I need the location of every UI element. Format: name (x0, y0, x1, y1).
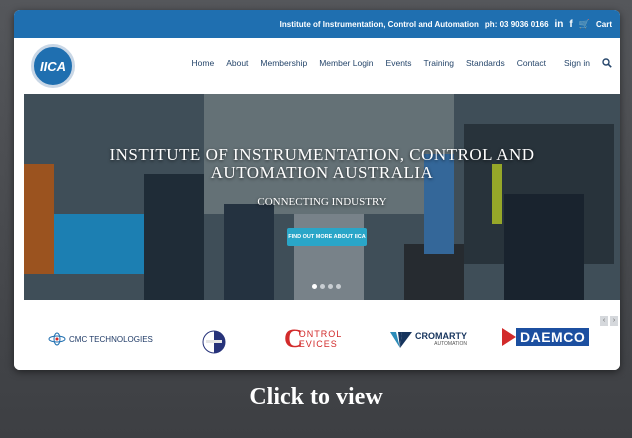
click-to-view-caption[interactable]: Click to view (0, 384, 632, 411)
hero-title-line2: AUTOMATION AUSTRALIA (210, 163, 434, 182)
logo-carousel-arrows: ‹ › (600, 316, 618, 326)
find-out-more-button[interactable]: FIND OUT MORE ABOUT IICA (287, 228, 367, 246)
nav-training[interactable]: Training (424, 58, 454, 70)
cmc-technologies-logo[interactable]: CMC TECHNOLOGIES (48, 332, 153, 346)
nav-member-login[interactable]: Member Login (319, 58, 373, 70)
nav-about[interactable]: About (226, 58, 248, 70)
carousel-dot[interactable] (336, 284, 341, 289)
daemco-logo[interactable]: DAEMCO (502, 328, 590, 346)
partner-logos: ‹ › CMC TECHNOLOGIES C ONTROL EVICES CRO… (14, 310, 620, 370)
nav-contact[interactable]: Contact (517, 58, 546, 70)
devices-text: EVICES (298, 339, 338, 349)
nav-events[interactable]: Events (386, 58, 412, 70)
atom-icon (48, 332, 66, 346)
facebook-icon[interactable]: f (569, 19, 572, 30)
chevron-left-icon[interactable]: ‹ (600, 316, 608, 326)
logo-text: IICA (40, 58, 66, 74)
institute-name: Institute of Instrumentation, Control an… (279, 19, 479, 29)
daemco-text: DAEMCO (516, 328, 590, 346)
control-devices-logo[interactable]: C ONTROL EVICES (284, 326, 342, 352)
cmc-technologies-text: CMC TECHNOLOGIES (69, 334, 153, 344)
nav-standards[interactable]: Standards (466, 58, 505, 70)
nav-sign-in[interactable]: Sign in (564, 58, 590, 70)
cart-icon[interactable]: 🛒 (579, 19, 590, 30)
daemco-arrow-icon (502, 328, 516, 346)
top-bar: Institute of Instrumentation, Control an… (14, 10, 620, 38)
carousel-dot[interactable] (320, 284, 325, 289)
cromarty-sub-text: AUTOMATION (434, 341, 467, 347)
website-screenshot-card[interactable]: Institute of Instrumentation, Control an… (14, 10, 620, 370)
hero-subtitle: CONNECTING INDUSTRY (257, 196, 387, 208)
cart-link[interactable]: Cart (596, 20, 612, 29)
cromarty-v-icon (390, 332, 412, 348)
chevron-right-icon[interactable]: › (610, 316, 618, 326)
phone-number[interactable]: ph: 03 9036 0166 (485, 20, 549, 29)
hero-banner: INSTITUTE OF INSTRUMENTATION, CONTROL AN… (24, 94, 620, 300)
linkedin-icon[interactable]: in (555, 19, 564, 30)
circle-logo-icon (202, 330, 226, 354)
round-partner-logo[interactable] (202, 330, 226, 354)
nav-home[interactable]: Home (192, 58, 215, 70)
hero-title: INSTITUTE OF INSTRUMENTATION, CONTROL AN… (24, 146, 620, 182)
carousel-dots (312, 284, 341, 289)
nav-membership[interactable]: Membership (260, 58, 307, 70)
carousel-dot[interactable] (312, 284, 317, 289)
carousel-dot[interactable] (328, 284, 333, 289)
cromarty-logo[interactable]: CROMARTY AUTOMATION (390, 332, 467, 348)
cromarty-text: CROMARTY (415, 331, 467, 341)
hero-title-line1: INSTITUTE OF INSTRUMENTATION, CONTROL AN… (109, 145, 535, 164)
control-text: ONTROL (298, 329, 343, 339)
site-header: IICA Home About Membership Member Login … (14, 38, 620, 94)
search-icon[interactable] (602, 58, 612, 70)
iica-logo[interactable]: IICA (31, 44, 75, 88)
main-nav: Home About Membership Member Login Event… (192, 58, 612, 70)
